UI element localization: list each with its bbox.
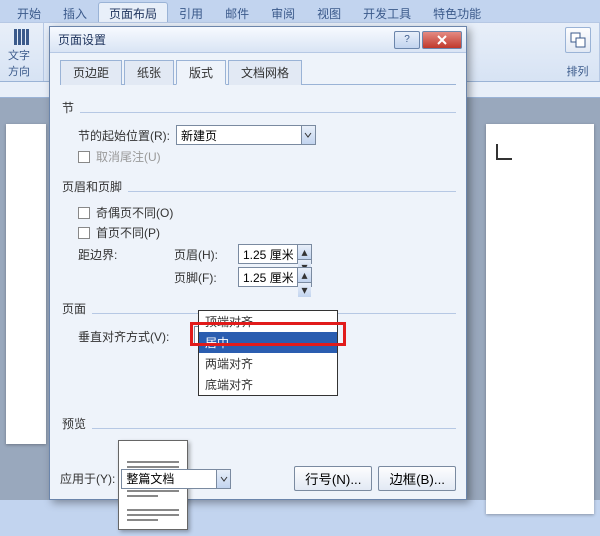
text-direction-icon: [12, 27, 32, 47]
borders-button[interactable]: 边框(B)...: [378, 466, 456, 491]
section-section-label: 节: [62, 99, 74, 116]
valign-label: 垂直对齐方式(V):: [78, 328, 188, 345]
dialog-tabs: 页边距 纸张 版式 文档网格: [60, 59, 456, 85]
apply-to-combo[interactable]: [121, 469, 231, 489]
first-page-checkbox[interactable]: [78, 227, 90, 239]
section-page-label: 页面: [62, 300, 86, 317]
apply-to-value[interactable]: [122, 470, 216, 488]
dialog-titlebar[interactable]: 页面设置 ?: [50, 27, 466, 53]
document-page: [486, 124, 594, 514]
ribbon-tab-review[interactable]: 审阅: [260, 2, 306, 22]
ribbon-tab-special[interactable]: 特色功能: [422, 2, 492, 22]
chevron-down-icon[interactable]: [301, 126, 315, 144]
spin-up-icon[interactable]: ▴: [298, 245, 311, 260]
ribbon-group-text-direction[interactable]: 文字方向: [0, 23, 44, 81]
odd-even-checkbox[interactable]: [78, 207, 90, 219]
dialog-help-button[interactable]: ?: [394, 31, 420, 49]
spin-up-icon[interactable]: ▴: [298, 268, 311, 283]
header-value[interactable]: [239, 245, 297, 263]
valign-option-center[interactable]: 居中: [199, 332, 337, 353]
section-start-value[interactable]: [177, 126, 301, 144]
ribbon-tab-home[interactable]: 开始: [6, 2, 52, 22]
section-headerfooter-label: 页眉和页脚: [62, 178, 122, 195]
tab-grid[interactable]: 文档网格: [228, 60, 302, 85]
suppress-endnote-label: 取消尾注(U): [96, 148, 161, 165]
ribbon-tab-insert[interactable]: 插入: [52, 2, 98, 22]
tab-margins[interactable]: 页边距: [60, 60, 122, 85]
header-label: 页眉(H):: [174, 246, 232, 263]
ribbon-group-arrange[interactable]: 排列: [556, 23, 600, 81]
page-setup-dialog: 页面设置 ? 页边距 纸张 版式 文档网格 节 节的起始位置(R):: [49, 26, 467, 500]
section-start-label: 节的起始位置(R):: [78, 127, 170, 144]
document-page: [6, 124, 46, 444]
apply-to-label: 应用于(Y):: [60, 470, 115, 487]
ribbon-group-caption: 排列: [567, 63, 589, 79]
ribbon-tab-mail[interactable]: 邮件: [214, 2, 260, 22]
ribbon-tab-developer[interactable]: 开发工具: [352, 2, 422, 22]
odd-even-label: 奇偶页不同(O): [96, 204, 173, 221]
footer-spin[interactable]: ▴▾: [238, 267, 312, 287]
tab-paper[interactable]: 纸张: [124, 60, 174, 85]
dialog-title: 页面设置: [58, 31, 106, 48]
valign-option-top[interactable]: 顶端对齐: [199, 311, 337, 332]
section-preview-label: 预览: [62, 415, 86, 432]
footer-label: 页脚(F):: [174, 269, 232, 286]
ribbon-tab-view[interactable]: 视图: [306, 2, 352, 22]
section-start-combo[interactable]: [176, 125, 316, 145]
valign-dropdown: 顶端对齐 居中 两端对齐 底端对齐: [198, 310, 338, 396]
tab-layout[interactable]: 版式: [176, 60, 226, 85]
first-page-label: 首页不同(P): [96, 224, 160, 241]
ribbon-tab-references[interactable]: 引用: [168, 2, 214, 22]
spin-down-icon[interactable]: ▾: [298, 283, 311, 297]
valign-option-justify[interactable]: 两端对齐: [199, 353, 337, 374]
close-icon: [436, 35, 448, 45]
footer-value[interactable]: [239, 268, 297, 286]
margin-label: 距边界:: [78, 246, 168, 263]
dialog-close-button[interactable]: [422, 31, 462, 49]
dialog-footer: 应用于(Y): 行号(N)... 边框(B)...: [60, 466, 456, 491]
arrange-icon: [565, 27, 591, 53]
valign-option-bottom[interactable]: 底端对齐: [199, 374, 337, 395]
header-spin[interactable]: ▴▾: [238, 244, 312, 264]
chevron-down-icon[interactable]: [216, 470, 230, 488]
ribbon-tab-pagelayout[interactable]: 页面布局: [98, 2, 168, 22]
ribbon-group-caption: 文字方向: [8, 47, 35, 79]
line-numbers-button[interactable]: 行号(N)...: [294, 466, 372, 491]
ribbon-tab-strip: 开始 插入 页面布局 引用 邮件 审阅 视图 开发工具 特色功能: [0, 0, 600, 22]
suppress-endnote-checkbox[interactable]: [78, 151, 90, 163]
dialog-body: 页边距 纸张 版式 文档网格 节 节的起始位置(R): 取消尾注(U) 页眉和页…: [50, 53, 466, 536]
